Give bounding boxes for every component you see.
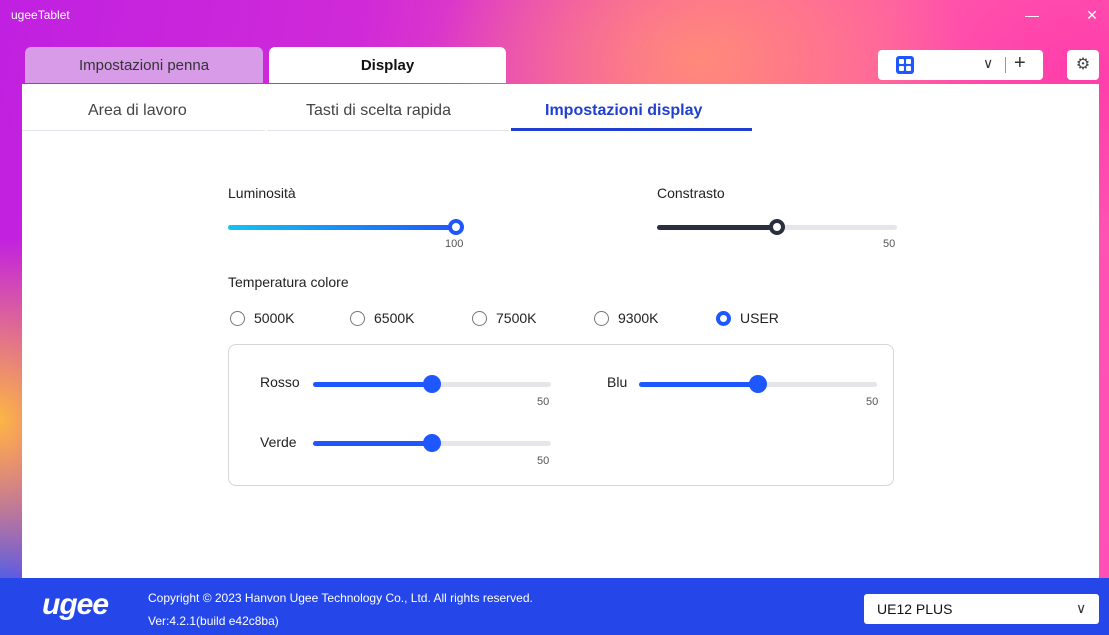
blue-label: Blu — [607, 374, 628, 390]
radio-indicator — [350, 311, 365, 326]
blue-handle[interactable] — [749, 375, 767, 393]
green-fill — [313, 441, 432, 446]
radio-indicator — [594, 311, 609, 326]
footer: ugee Copyright © 2023 Hanvon Ugee Techno… — [0, 578, 1109, 635]
tab-display-settings[interactable]: Impostazioni display — [545, 102, 702, 120]
add-app-button[interactable]: + — [1014, 52, 1026, 75]
device-select[interactable]: UE12 PLUS ∨ — [864, 594, 1099, 624]
radio-label: USER — [740, 310, 779, 326]
brightness-value: 100 — [445, 238, 464, 250]
device-select-value: UE12 PLUS — [877, 601, 953, 617]
app-title: ugeeTablet — [11, 8, 70, 22]
green-value: 50 — [537, 455, 550, 467]
settings-button[interactable]: ⚙ — [1067, 50, 1099, 80]
active-tab-indicator — [511, 128, 752, 131]
radio-label: 5000K — [254, 310, 295, 326]
radio-indicator — [230, 311, 245, 326]
tab-pen-settings[interactable]: Impostazioni penna — [25, 47, 263, 83]
contrast-value: 50 — [883, 238, 896, 250]
green-slider[interactable] — [313, 434, 551, 452]
brightness-fill — [228, 225, 457, 230]
user-rgb-panel: Rosso 50 Blu 50 Verde 50 — [228, 344, 894, 486]
radio-label: 7500K — [496, 310, 537, 326]
ugee-logo: ugee — [42, 588, 109, 621]
chevron-down-icon[interactable]: ∨ — [983, 55, 993, 72]
blue-fill — [639, 382, 758, 387]
green-handle[interactable] — [423, 434, 441, 452]
divider — [1005, 57, 1006, 73]
blue-slider[interactable] — [639, 375, 877, 393]
brightness-label: Luminosità — [228, 185, 296, 201]
app-selector[interactable]: ∨ + — [878, 50, 1043, 80]
grid-icon[interactable] — [896, 56, 914, 74]
contrast-handle[interactable] — [769, 219, 785, 235]
radio-label: 9300K — [618, 310, 659, 326]
copyright-text: Copyright © 2023 Hanvon Ugee Technology … — [148, 591, 533, 605]
minimize-button[interactable]: — — [1015, 3, 1049, 27]
close-button[interactable]: ✕ — [1075, 3, 1109, 27]
green-label: Verde — [260, 434, 297, 450]
tab-shortcut-keys[interactable]: Tasti di scelta rapida — [306, 102, 451, 120]
radio-indicator — [472, 311, 487, 326]
tab-display[interactable]: Display — [269, 47, 506, 83]
brightness-slider[interactable] — [228, 219, 464, 235]
contrast-fill — [657, 225, 777, 230]
radio-indicator — [716, 311, 731, 326]
gear-icon: ⚙ — [1075, 56, 1091, 73]
tab-work-area[interactable]: Area di lavoro — [88, 102, 187, 120]
red-label: Rosso — [260, 374, 300, 390]
radio-label: 6500K — [374, 310, 415, 326]
red-slider[interactable] — [313, 375, 551, 393]
red-handle[interactable] — [423, 375, 441, 393]
title-bar: ugeeTablet — ✕ — [0, 0, 1109, 30]
tab-divider — [267, 130, 509, 131]
version-text: Ver:4.2.1(build e42c8ba) — [148, 614, 279, 628]
chevron-down-icon: ∨ — [1076, 600, 1087, 616]
tab-divider — [22, 130, 265, 131]
color-temperature-label: Temperatura colore — [228, 274, 349, 290]
red-fill — [313, 382, 432, 387]
main-panel: Area di lavoro Tasti di scelta rapida Im… — [22, 84, 1099, 578]
red-value: 50 — [537, 396, 550, 408]
brightness-handle[interactable] — [448, 219, 464, 235]
contrast-slider[interactable] — [657, 219, 897, 235]
contrast-label: Constrasto — [657, 185, 725, 201]
blue-value: 50 — [866, 396, 879, 408]
